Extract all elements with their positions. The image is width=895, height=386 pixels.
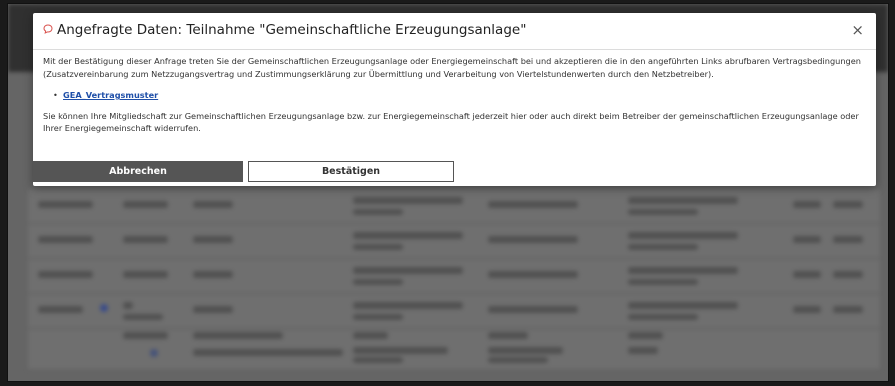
dialog-header: Angefragte Daten: Teilnahme "Gemeinschaf… [33,13,876,50]
dialog-title: Angefragte Daten: Teilnahme "Gemeinschaf… [57,22,527,38]
consent-text: Mit der Bestätigung dieser Anfrage trete… [43,56,861,79]
consent-dialog: Angefragte Daten: Teilnahme "Gemeinschaf… [33,13,876,186]
list-item: GEA_Vertragsmuster [53,89,864,102]
contract-template-link[interactable]: GEA_Vertragsmuster [63,90,158,100]
chat-bubble-icon [43,24,53,34]
link-list: GEA_Vertragsmuster [53,89,864,102]
cancel-button[interactable]: Abbrechen [33,161,243,182]
revocation-text: Sie können Ihre Mitgliedschaft zur Gemei… [43,110,859,134]
confirm-button[interactable]: Bestätigen [248,161,454,182]
dialog-body: Mit der Bestätigung dieser Anfrage trete… [43,55,864,135]
close-icon[interactable]: × [851,22,864,38]
